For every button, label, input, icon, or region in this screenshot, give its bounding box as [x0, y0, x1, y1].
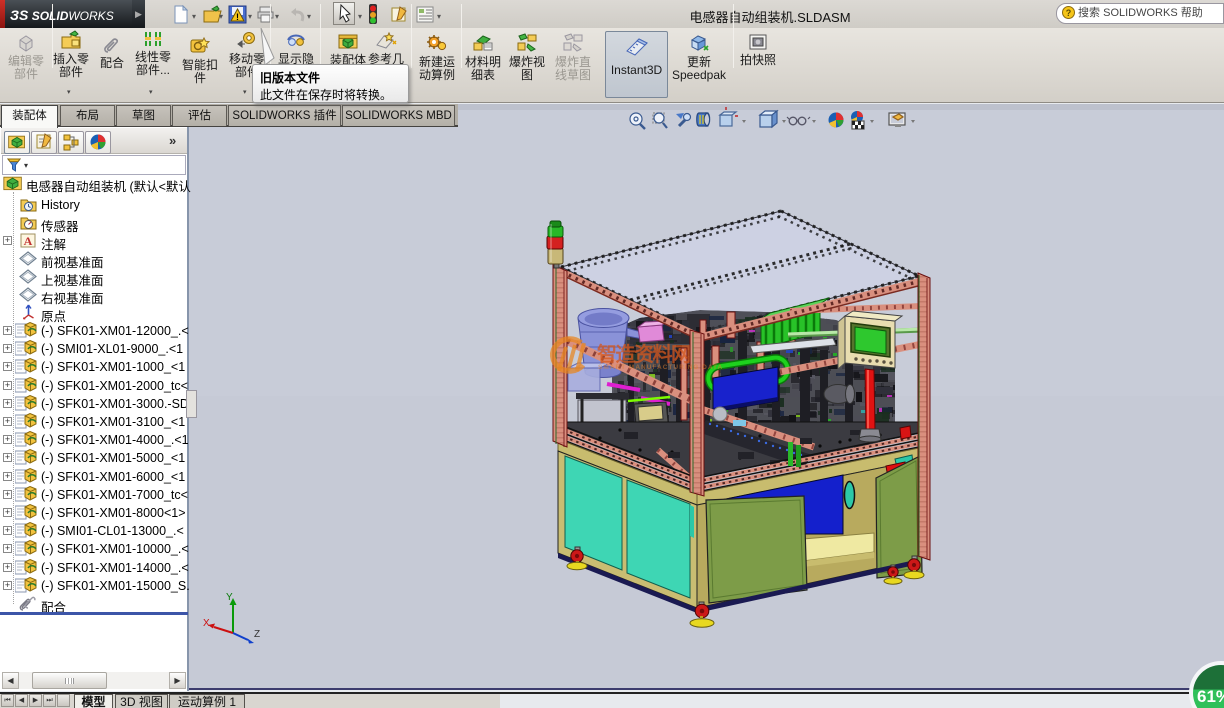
svg-text:Y: Y — [226, 592, 233, 603]
svg-text:Z: Z — [254, 629, 260, 640]
svg-text:X: X — [203, 618, 210, 629]
svg-text:A: A — [24, 234, 33, 248]
svg-text:智造资料网: 智造资料网 — [597, 342, 690, 366]
svg-text:!: ! — [236, 12, 239, 22]
svg-text:?: ? — [1066, 8, 1072, 18]
svg-text:SMART MANUFACTURING DATA: SMART MANUFACTURING DATA — [598, 364, 723, 371]
